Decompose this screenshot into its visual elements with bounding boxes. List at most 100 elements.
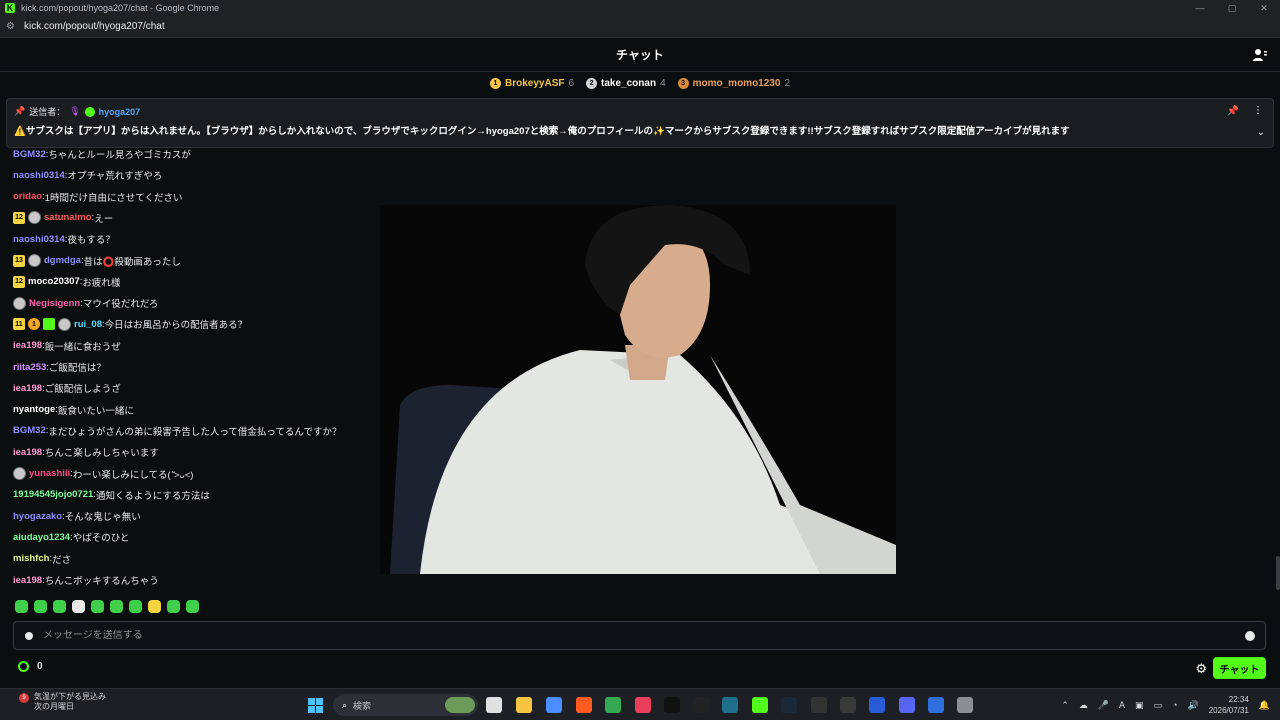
chat-message: iea198: ちんこ楽しみしちゃいます	[13, 443, 159, 461]
chat-username[interactable]: oridao	[13, 191, 42, 202]
emote-icon[interactable]	[72, 600, 85, 613]
notification-icon[interactable]: 🔔	[1259, 700, 1270, 711]
emote-icon[interactable]	[148, 600, 161, 613]
chat-username[interactable]: riita253	[13, 362, 46, 373]
emote-icon[interactable]	[167, 600, 180, 613]
chat-username[interactable]: hyogazako	[13, 511, 62, 522]
emote-icon[interactable]	[129, 600, 142, 613]
chat-username[interactable]: rui_08	[74, 319, 102, 330]
chat-text: ご飯配信は？	[48, 363, 106, 374]
top-gifter[interactable]: 3 momo_momo1230 2	[677, 77, 790, 89]
chat-username[interactable]: naoshi0314	[13, 234, 65, 245]
tray-ime-icon[interactable]: A	[1119, 700, 1125, 710]
chat-username[interactable]: iea198	[13, 575, 42, 586]
pinned-message[interactable]: 📌 送信者： 🎙 hyoga207 ⚠️サブスクは【アプリ】からは入れません。【…	[6, 98, 1274, 148]
more-options-icon[interactable]: ⋮	[1253, 105, 1263, 116]
address-bar[interactable]: ⚙ kick.com/popout/hyoga207/chat	[0, 16, 1280, 38]
capcut-icon[interactable]	[811, 697, 827, 713]
maximize-button[interactable]: ▢	[1216, 0, 1248, 16]
channel-points[interactable]: 0	[18, 661, 43, 672]
app-icon[interactable]	[722, 697, 738, 713]
kick-icon[interactable]	[752, 697, 768, 713]
chat-message: 12 moco20307: お疲れ様	[13, 273, 120, 291]
taskbar-date: 2026/07/31	[1208, 706, 1249, 715]
emote-icon[interactable]	[110, 600, 123, 613]
emote-icon[interactable]	[34, 600, 47, 613]
chat-username[interactable]: iea198	[13, 447, 42, 458]
chat-message: 13 dgmdga: 昔は⭕殺動画あったし	[13, 252, 181, 270]
emote-icon[interactable]	[91, 600, 104, 613]
chat-username[interactable]: BGM32	[13, 425, 46, 436]
gear-icon[interactable]: ⚙	[1195, 661, 1207, 677]
chat-text: ちゃんとルール見ろやゴミカスが	[48, 150, 191, 161]
chat-message: mishfch: ださ	[13, 550, 71, 568]
chat-username[interactable]: Negisigenn	[29, 298, 80, 309]
chat-message: riita253: ご飯配信は？	[13, 358, 106, 376]
avatar-badge-icon	[28, 254, 41, 267]
app-icon[interactable]	[928, 697, 944, 713]
obs-icon[interactable]	[840, 697, 856, 713]
chat-scrollbar[interactable]	[1276, 556, 1280, 590]
app-icon[interactable]	[635, 697, 651, 713]
chat-username[interactable]: naoshi0314	[13, 170, 65, 181]
top-gifter[interactable]: 1 BrokeyyASF 6	[490, 77, 574, 89]
chat-username[interactable]: moco20307	[28, 276, 80, 287]
close-button[interactable]: ✕	[1248, 0, 1280, 16]
chat-username[interactable]: BGM32	[13, 149, 46, 160]
chat-message: naoshi0314: 夜もする？	[13, 230, 115, 248]
chat-username[interactable]: dgmdga	[44, 255, 81, 266]
task-view-icon[interactable]	[486, 697, 502, 713]
emote-icon[interactable]	[15, 600, 28, 613]
tray-app-icon[interactable]: ▣	[1135, 700, 1144, 711]
discord-icon[interactable]	[899, 697, 915, 713]
chrome-icon[interactable]	[605, 697, 621, 713]
chevron-down-icon[interactable]: ⌄	[1257, 127, 1265, 138]
tray-wifi-icon[interactable]: ◔	[1172, 700, 1177, 710]
user-settings-icon[interactable]	[1252, 47, 1268, 63]
weather-widget[interactable]: 9 気温が下がる見込み 次の月曜日	[12, 692, 106, 712]
chat-message: BGM32: まだひょうがさんの弟に殺害予告した人って借金払ってるんですか？	[13, 422, 341, 440]
chat-username[interactable]: iea198	[13, 383, 42, 394]
steam-icon[interactable]	[781, 697, 797, 713]
tray-mic-icon[interactable]: 🎤	[1098, 700, 1109, 711]
tray-chevron-icon[interactable]: ⌃	[1061, 700, 1069, 711]
gifter-count: 4	[660, 77, 666, 89]
chat-message: yunashiii: わーい楽しみにしてる(ˊ᷄>ᴗ<)	[13, 465, 193, 483]
chat-username[interactable]: yunashiii	[29, 468, 70, 479]
chat-text: 夜もする？	[67, 235, 115, 247]
file-explorer-icon[interactable]	[516, 697, 532, 713]
pin-icon[interactable]: 📌	[1227, 106, 1239, 117]
emoji-picker-icon[interactable]	[1245, 630, 1255, 641]
url-text[interactable]: kick.com/popout/hyoga207/chat	[24, 21, 165, 32]
terminal-icon[interactable]	[693, 697, 709, 713]
site-settings-icon[interactable]: ⚙	[6, 21, 16, 32]
top-gifter[interactable]: 2 take_conan 4	[586, 77, 666, 89]
chat-username[interactable]: 19194545jojo0721	[13, 489, 93, 500]
taskbar-search[interactable]: ⌕ 検索	[333, 694, 478, 716]
tray-volume-icon[interactable]: 🔊	[1188, 700, 1199, 711]
minimize-button[interactable]: —	[1184, 0, 1216, 16]
chat-message: BGM32: ちゃんとルール見ろやゴミカスが	[13, 145, 191, 163]
chat-username[interactable]: satunaimo	[44, 212, 92, 223]
kick-favicon-icon: K	[5, 3, 15, 13]
brave-icon[interactable]	[576, 697, 592, 713]
tray-cloud-icon[interactable]: ☁	[1079, 700, 1088, 711]
message-composer[interactable]	[13, 621, 1266, 650]
emote-icon[interactable]	[186, 600, 199, 613]
app-icon[interactable]	[869, 697, 885, 713]
chat-username[interactable]: mishfch	[13, 553, 49, 564]
message-input[interactable]	[43, 630, 1245, 641]
tiktok-icon[interactable]	[664, 697, 680, 713]
chat-username[interactable]: iea198	[13, 340, 42, 351]
settings-icon[interactable]	[957, 697, 973, 713]
send-chat-button[interactable]: チャット	[1213, 657, 1266, 679]
tray-display-icon[interactable]: ▭	[1154, 700, 1163, 711]
taskbar-clock[interactable]: 22:34 2026/07/31	[1209, 694, 1249, 716]
windows-start-icon[interactable]	[308, 698, 323, 713]
chat-username[interactable]: aiudayo1234	[13, 532, 70, 543]
chat-username[interactable]: nyantoge	[13, 404, 55, 415]
top-gifters: 1 BrokeyyASF 6 2 take_conan 4 3 momo_momo1230 2	[0, 72, 1280, 94]
pinned-sender[interactable]: hyoga207	[99, 107, 141, 117]
snipping-icon[interactable]	[546, 697, 562, 713]
emote-icon[interactable]	[53, 600, 66, 613]
